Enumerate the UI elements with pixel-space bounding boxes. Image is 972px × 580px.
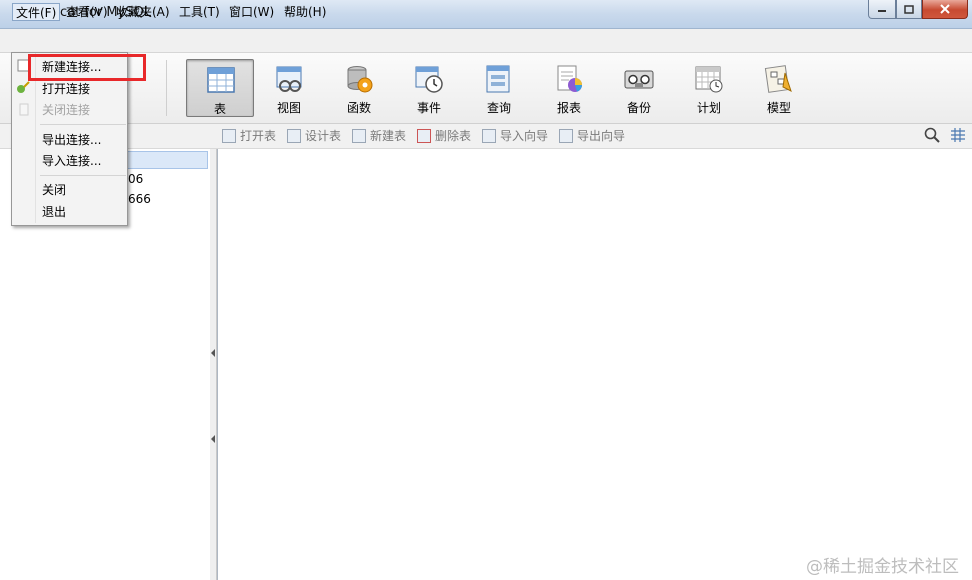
menu-close-connection: 关闭连接: [42, 103, 91, 117]
menu-separator: [40, 175, 126, 176]
object-list-panel: [217, 149, 970, 580]
toolbar-schedule-label: 计划: [696, 101, 721, 115]
delete-table-label: 删除表: [435, 129, 472, 143]
menu-help[interactable]: 帮助(H): [281, 3, 329, 21]
collapse-left-icon[interactable]: [211, 346, 216, 360]
panel-splitter[interactable]: [210, 149, 217, 580]
new-table-label: 新建表: [370, 129, 407, 143]
table-icon: [207, 67, 235, 93]
function-icon: [347, 66, 373, 93]
import-wizard-icon: [482, 129, 496, 143]
grid-view-icon: [951, 128, 965, 142]
menu-close[interactable]: 关闭: [42, 180, 66, 200]
maximize-icon: [904, 4, 914, 14]
open-table-button[interactable]: 打开表: [222, 127, 276, 145]
design-table-icon: [287, 129, 301, 143]
design-table-button[interactable]: 设计表: [287, 127, 341, 145]
watermark: @稀土掘金技术社区: [806, 557, 959, 577]
model-icon: [764, 65, 792, 93]
toolbar-backup-button[interactable]: 备份: [606, 59, 672, 115]
toolbar-view-button[interactable]: 视图: [256, 59, 322, 115]
menu-window[interactable]: 窗口(W): [226, 3, 277, 21]
export-wizard-button[interactable]: 导出向导: [559, 127, 625, 145]
menu-separator: [40, 124, 126, 125]
annotation-highlight-box: [28, 54, 146, 81]
menu-favorites[interactable]: 收藏夹(A): [113, 3, 173, 21]
import-wizard-button[interactable]: 导入向导: [482, 127, 548, 145]
tree-item-connection-2[interactable]: 666: [128, 192, 151, 206]
event-icon: [415, 66, 443, 93]
collapse-left-icon-2[interactable]: [211, 432, 216, 446]
close-icon: [940, 4, 950, 14]
toolbar-model-button[interactable]: 模型: [746, 59, 812, 115]
toolbar-backup-label: 备份: [626, 101, 651, 115]
design-table-label: 设计表: [305, 129, 342, 143]
search-icon: [924, 127, 940, 143]
menu-file[interactable]: 文件(F): [12, 3, 61, 21]
grid-view-button[interactable]: [950, 127, 966, 146]
search-button[interactable]: [924, 127, 940, 146]
menu-export-connection[interactable]: 导出连接...: [42, 130, 101, 150]
report-icon: [557, 65, 582, 92]
delete-table-icon: [417, 129, 431, 143]
import-wizard-label: 导入向导: [500, 129, 549, 143]
maximize-button[interactable]: [896, 0, 922, 19]
toolbar-separator: [166, 60, 167, 116]
view-icon: [276, 66, 302, 92]
toolbar-schedule-button[interactable]: 计划: [676, 59, 742, 115]
schedule-icon: [695, 66, 723, 93]
toolbar-report-button[interactable]: 报表: [536, 59, 602, 115]
delete-table-button[interactable]: 删除表: [417, 127, 471, 145]
toolbar-table-label: 表: [213, 102, 226, 116]
menu-import-connection[interactable]: 导入连接...: [42, 151, 101, 171]
toolbar-query-label: 查询: [486, 101, 511, 115]
menu-exit[interactable]: 退出: [42, 202, 66, 222]
minimize-icon: [878, 10, 886, 12]
menu-bar: [0, 29, 972, 53]
query-icon: [486, 65, 510, 93]
open-table-label: 打开表: [240, 129, 277, 143]
toolbar-table-button[interactable]: 表: [186, 59, 254, 117]
new-table-button[interactable]: 新建表: [352, 127, 406, 145]
open-connection-icon: [16, 80, 30, 97]
export-wizard-icon: [559, 129, 573, 143]
backup-icon: [624, 70, 654, 89]
export-wizard-label: 导出向导: [577, 129, 626, 143]
toolbar-report-label: 报表: [556, 101, 581, 115]
toolbar-event-label: 事件: [416, 101, 441, 115]
toolbar-event-button[interactable]: 事件: [396, 59, 462, 115]
minimize-button[interactable]: [868, 0, 896, 19]
menu-view[interactable]: 查看(V): [63, 3, 111, 21]
close-connection-icon: [17, 102, 31, 119]
toolbar-function-button[interactable]: 函数: [326, 59, 392, 115]
tree-item-connection-1[interactable]: 06: [128, 172, 143, 186]
toolbar-view-label: 视图: [276, 101, 301, 115]
open-table-icon: [222, 129, 236, 143]
toolbar-query-button[interactable]: 查询: [466, 59, 532, 115]
new-table-icon: [352, 129, 366, 143]
menu-open-connection[interactable]: 打开连接: [42, 79, 90, 99]
toolbar-model-label: 模型: [766, 101, 791, 115]
menu-tools[interactable]: 工具(T): [176, 3, 223, 21]
close-button[interactable]: [922, 0, 968, 19]
toolbar-function-label: 函数: [346, 101, 371, 115]
